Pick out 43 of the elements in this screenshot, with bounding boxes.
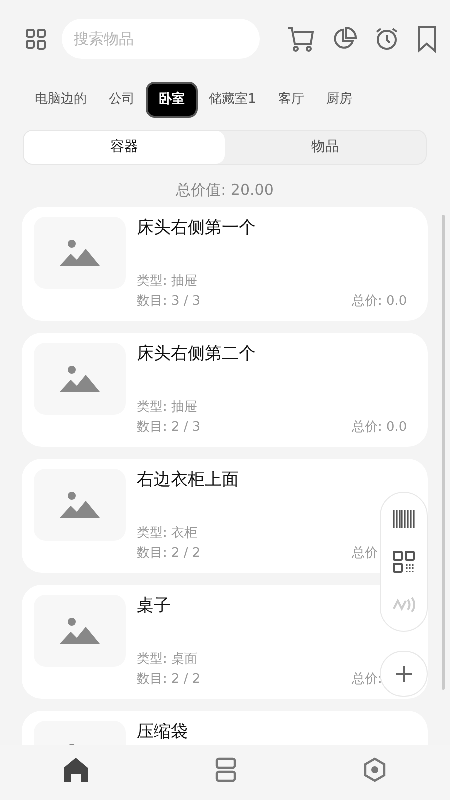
list-icon[interactable]: [214, 756, 238, 784]
plus-icon: [394, 664, 414, 684]
total-value: 总价值: 20.00: [175, 180, 275, 200]
room-tab[interactable]: 厨房: [315, 84, 364, 116]
container-title: 床头右侧第一个: [137, 217, 256, 240]
total-price: 总价: 0.0: [352, 292, 408, 310]
image-icon: [60, 364, 100, 394]
item-count: 数目: 2 / 2: [137, 670, 202, 688]
item-count: 数目: 2 / 2: [137, 544, 202, 562]
image-icon: [60, 238, 100, 268]
room-tab[interactable]: 电脑边的: [24, 84, 98, 116]
container-title: 压缩袋: [137, 721, 188, 744]
container-type: 类型: 抽屉: [137, 273, 199, 291]
container-title: 桌子: [137, 595, 171, 618]
container-title: 床头右侧第二个: [137, 343, 256, 366]
container-type: 类型: 抽屉: [137, 399, 199, 417]
container-card[interactable]: 压缩袋: [22, 711, 428, 745]
cart-icon[interactable]: [286, 25, 316, 53]
container-card[interactable]: 床头右侧第一个 类型: 抽屉 数目: 3 / 3 总价: 0.0: [22, 207, 428, 321]
container-type: 类型: 衣柜: [137, 525, 199, 543]
container-card[interactable]: 床头右侧第二个 类型: 抽屉 数目: 2 / 3 总价: 0.0: [22, 333, 428, 447]
pie-chart-icon[interactable]: [332, 26, 358, 52]
alarm-clock-icon[interactable]: [374, 26, 400, 52]
grid-menu-icon[interactable]: [24, 27, 48, 51]
container-card[interactable]: 右边衣柜上面 类型: 衣柜 数目: 2 / 2 总价: [22, 459, 428, 573]
item-count: 数目: 3 / 3: [137, 292, 202, 310]
barcode-icon[interactable]: [392, 509, 416, 530]
bookmark-icon[interactable]: [416, 25, 438, 53]
room-tab[interactable]: 储藏室1: [198, 84, 268, 116]
item-count: 数目: 2 / 3: [137, 418, 202, 436]
container-title: 右边衣柜上面: [137, 469, 239, 492]
room-tab[interactable]: 卧室: [146, 82, 198, 118]
segment-tab[interactable]: 容器: [24, 130, 225, 164]
total-price: 总价: [352, 544, 378, 562]
search-field[interactable]: 搜索物品: [62, 19, 260, 59]
container-type: 类型: 桌面: [137, 651, 199, 669]
room-tab[interactable]: 公司: [98, 84, 146, 116]
qr-code-icon[interactable]: [392, 550, 416, 574]
room-tab[interactable]: 客厅: [267, 84, 316, 116]
image-icon: [60, 490, 100, 520]
image-icon: [60, 616, 100, 646]
segment-tab[interactable]: 物品: [225, 130, 426, 164]
total-price: 总价: 0.0: [352, 418, 408, 436]
